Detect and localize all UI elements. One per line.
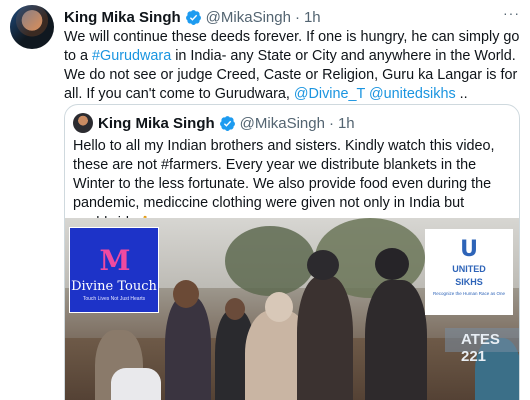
quoted-author-name: King Mika Singh bbox=[98, 114, 215, 132]
divine-touch-logo-tagline: Touch Lives Not Just Hearts bbox=[82, 296, 146, 302]
hashtag-link[interactable]: #Gurudwara bbox=[92, 48, 171, 64]
mention-link[interactable]: @Divine_T bbox=[294, 86, 365, 102]
video-person-head bbox=[225, 298, 245, 320]
video-person bbox=[165, 296, 211, 400]
divine-touch-logo-mark: M bbox=[99, 244, 131, 277]
author-avatar[interactable] bbox=[10, 5, 54, 49]
united-sikhs-logo: U UNITED SIKHS Recognize the Human Race … bbox=[425, 229, 513, 315]
text-segment: .. bbox=[455, 86, 468, 102]
author-name[interactable]: King Mika Singh bbox=[64, 9, 181, 26]
tweet-header: King Mika Singh @MikaSingh · 1h bbox=[64, 7, 321, 27]
header-separator: · bbox=[328, 114, 334, 132]
united-sikhs-logo-name-line2: SIKHS bbox=[455, 277, 483, 287]
united-sikhs-logo-tagline: Recognize the Human Race as One bbox=[432, 291, 506, 296]
video-person-head bbox=[173, 280, 199, 308]
tweet-timestamp[interactable]: 1h bbox=[304, 9, 321, 26]
video-person bbox=[297, 276, 353, 400]
header-separator: · bbox=[294, 8, 300, 26]
divine-touch-logo: M Divine Touch Touch Lives Not Just Hear… bbox=[69, 227, 159, 313]
quoted-author-handle: @MikaSingh bbox=[239, 114, 325, 132]
tweet[interactable]: King Mika Singh @MikaSingh · 1h ··· We w… bbox=[0, 0, 530, 400]
verified-badge-icon bbox=[185, 9, 201, 25]
video-player[interactable]: M Divine Touch Touch Lives Not Just Hear… bbox=[65, 218, 519, 400]
video-tree bbox=[225, 226, 315, 296]
mention-link[interactable]: @unitedsikhs bbox=[369, 86, 456, 102]
divine-touch-logo-name: Divine Touch bbox=[71, 279, 157, 294]
united-sikhs-logo-mark: U bbox=[460, 237, 478, 262]
quoted-tweet-timestamp: 1h bbox=[337, 114, 355, 132]
video-turban bbox=[307, 250, 339, 280]
author-handle[interactable]: @MikaSingh bbox=[206, 9, 291, 26]
video-person-head bbox=[265, 292, 293, 322]
video-person bbox=[365, 280, 427, 400]
united-sikhs-logo-name-line1: UNITED bbox=[452, 264, 486, 274]
quoted-tweet-header: King Mika Singh @MikaSingh · 1h bbox=[73, 113, 355, 133]
verified-badge-icon bbox=[219, 115, 235, 131]
more-options-icon[interactable]: ··· bbox=[503, 5, 520, 21]
video-turban bbox=[375, 248, 409, 280]
quoted-author-avatar bbox=[73, 113, 93, 133]
tweet-text: We will continue these deeds forever. If… bbox=[64, 28, 524, 104]
video-background-sign: ATES 221 bbox=[445, 328, 519, 365]
quoted-tweet[interactable]: King Mika Singh @MikaSingh · 1h Hello to… bbox=[64, 104, 520, 400]
video-blanket bbox=[111, 368, 161, 400]
